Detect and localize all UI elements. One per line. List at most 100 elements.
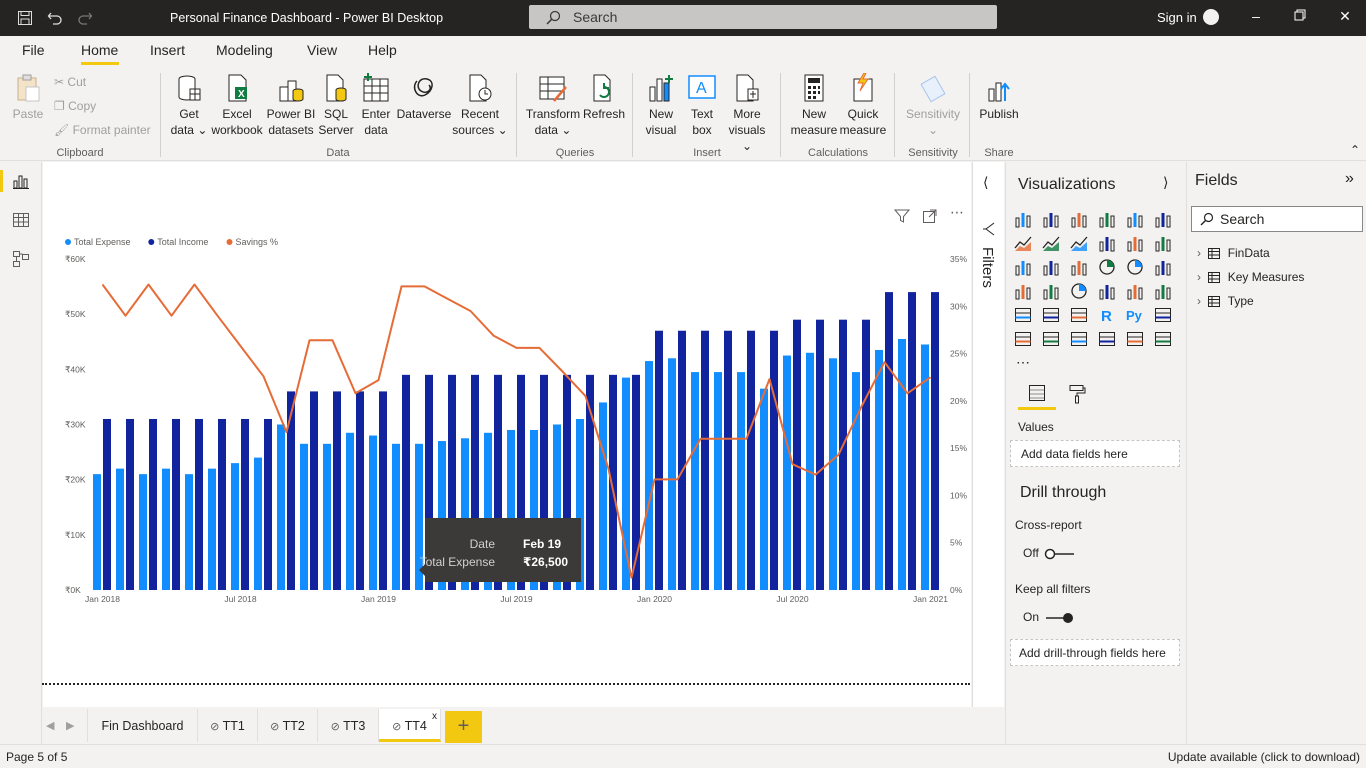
smart-narrative-visual-icon[interactable] [1070, 330, 1088, 348]
treemap-visual-icon[interactable] [1154, 258, 1172, 276]
cut-button[interactable]: ✂ Cut [54, 75, 86, 89]
cross-report-toggle[interactable] [1044, 548, 1076, 560]
add-page-button[interactable]: + [445, 711, 482, 743]
tab-fin-dashboard[interactable]: Fin Dashboard [87, 709, 198, 742]
copy-button[interactable]: ❐ Copy [54, 99, 96, 113]
menu-modeling[interactable]: Modeling [216, 42, 273, 58]
matrix-visual-icon[interactable] [1070, 306, 1088, 324]
minimize-icon[interactable]: – [1246, 8, 1266, 28]
stacked-column-visual-icon[interactable] [1042, 210, 1060, 228]
power-automate-visual-icon[interactable] [1154, 330, 1172, 348]
field-table-key-measures[interactable]: › Key Measures [1197, 270, 1304, 286]
decomposition-tree-visual-icon[interactable] [1014, 330, 1032, 348]
gauge-visual-icon[interactable] [1070, 282, 1088, 300]
sensitivity-button[interactable]: Sensitivity ⌄ [902, 71, 964, 138]
tab-scroll-left-icon[interactable]: ◀ [46, 719, 54, 732]
table-visual-icon[interactable] [1042, 306, 1060, 324]
filters-pane-collapsed[interactable]: ⟨ Filters [972, 162, 1004, 707]
transform-data-button[interactable]: Transform data ⌄ [524, 71, 582, 138]
100-bar-visual-icon[interactable] [1126, 210, 1144, 228]
sign-in-link[interactable]: Sign in [1157, 10, 1197, 25]
tab-tt4[interactable]: ⊘ TT4 x [379, 709, 441, 742]
line-clustered-column-visual-icon[interactable] [1098, 234, 1116, 252]
slicer-visual-icon[interactable] [1014, 306, 1032, 324]
more-visuals-visual-icon[interactable]: ⋯ [1014, 354, 1032, 372]
collapse-fields-icon[interactable]: » [1345, 170, 1354, 188]
menu-help[interactable]: Help [368, 42, 397, 58]
100-column-visual-icon[interactable] [1154, 210, 1172, 228]
tab-tt3[interactable]: ⊘ TT3 [318, 709, 379, 742]
more-options-icon[interactable]: ⋯ [948, 204, 966, 220]
recent-sources-button[interactable]: Recent sources ⌄ [452, 71, 508, 138]
r-visual-visual-icon[interactable]: R [1098, 306, 1116, 325]
kpi-visual-icon[interactable] [1154, 282, 1172, 300]
paste-button[interactable]: Paste [10, 71, 46, 122]
format-paintroller-icon[interactable] [1068, 384, 1086, 407]
drill-through-drop-well[interactable]: Add drill-through fields here [1010, 639, 1180, 666]
dataverse-button[interactable]: Dataverse [396, 71, 452, 122]
publish-button[interactable]: Publish [976, 71, 1022, 122]
menu-home[interactable]: Home [81, 42, 118, 58]
tab-tt2[interactable]: ⊘ TT2 [258, 709, 318, 742]
paginated-visual-icon[interactable] [1098, 330, 1116, 348]
multirow-card-visual-icon[interactable] [1126, 282, 1144, 300]
close-icon[interactable]: ✕ [1335, 8, 1355, 28]
funnel-visual-icon[interactable] [1042, 258, 1060, 276]
focus-mode-icon[interactable] [921, 208, 939, 224]
power-apps-visual-icon[interactable] [1126, 330, 1144, 348]
map-visual-icon[interactable] [1014, 282, 1032, 300]
title-search-box[interactable]: Search [529, 5, 997, 29]
clustered-column-visual-icon[interactable] [1098, 210, 1116, 228]
menu-view[interactable]: View [307, 42, 337, 58]
stacked-area-visual-icon[interactable] [1070, 234, 1088, 252]
collapse-ribbon-icon[interactable]: ⌃ [1350, 143, 1360, 157]
update-available-link[interactable]: Update available (click to download) [1168, 750, 1360, 764]
waterfall-visual-icon[interactable] [1014, 258, 1032, 276]
model-view-icon[interactable] [12, 250, 30, 268]
ribbon-visual-icon[interactable] [1154, 234, 1172, 252]
restore-icon[interactable] [1290, 8, 1310, 28]
clustered-bar-visual-icon[interactable] [1070, 210, 1088, 228]
new-visual-button[interactable]: New visual [640, 71, 682, 138]
python-visual-visual-icon[interactable]: Py [1126, 306, 1144, 324]
card-visual-icon[interactable] [1098, 282, 1116, 300]
line-visual-icon[interactable] [1014, 234, 1032, 252]
chevron-right-icon[interactable]: ⟩ [1163, 174, 1168, 191]
get-data-button[interactable]: Get data ⌄ [168, 71, 210, 138]
line-stacked-column-visual-icon[interactable] [1126, 234, 1144, 252]
fields-search-input[interactable]: Search [1191, 206, 1363, 232]
field-table-type[interactable]: › Type [1197, 294, 1254, 310]
more-visuals-button[interactable]: More visuals ⌄ [722, 71, 772, 154]
sql-server-button[interactable]: SQL Server [316, 71, 356, 138]
new-measure-button[interactable]: New measure [788, 71, 840, 138]
menu-file[interactable]: File [22, 42, 45, 58]
report-view-icon[interactable] [12, 172, 30, 190]
format-painter-button[interactable]: 🖌 Format painter [54, 123, 151, 137]
power-bi-datasets-button[interactable]: Power BI datasets [266, 71, 316, 138]
values-drop-well[interactable]: Add data fields here [1010, 440, 1180, 467]
keep-filters-toggle[interactable] [1044, 612, 1076, 624]
area-visual-icon[interactable] [1042, 234, 1060, 252]
qna-visual-icon[interactable] [1042, 330, 1060, 348]
redo-icon[interactable] [74, 7, 96, 29]
stacked-bar-visual-icon[interactable] [1014, 210, 1032, 228]
enter-data-button[interactable]: Enter data [356, 71, 396, 138]
menu-insert[interactable]: Insert [150, 42, 185, 58]
pie-visual-icon[interactable] [1098, 258, 1116, 276]
field-table-findata[interactable]: › FinData [1197, 246, 1270, 262]
donut-visual-icon[interactable] [1126, 258, 1144, 276]
fields-tab[interactable] [1018, 382, 1056, 410]
save-icon[interactable] [14, 7, 36, 29]
excel-workbook-button[interactable]: X Excel workbook [210, 71, 264, 138]
tab-scroll-right-icon[interactable]: ▶ [66, 719, 74, 732]
refresh-button[interactable]: Refresh [582, 71, 626, 122]
chevron-left-icon[interactable]: ⟨ [983, 174, 988, 191]
filter-icon[interactable] [893, 208, 911, 224]
close-tab-icon[interactable]: x [432, 711, 437, 722]
avatar[interactable] [1203, 9, 1219, 25]
data-view-icon[interactable] [12, 211, 30, 229]
text-box-button[interactable]: A Text box [682, 71, 722, 138]
key-influencers-visual-icon[interactable] [1154, 306, 1172, 324]
quick-measure-button[interactable]: Quick measure [838, 71, 888, 138]
tab-tt1[interactable]: ⊘ TT1 [198, 709, 258, 742]
